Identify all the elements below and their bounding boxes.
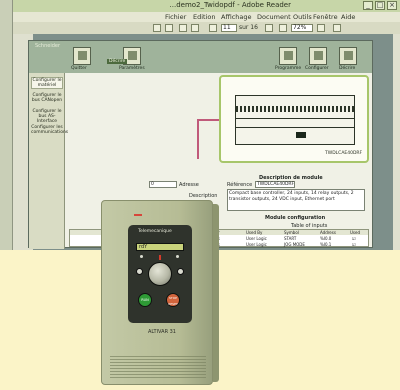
description-label: Description <box>189 193 218 199</box>
description-field[interactable]: Compact base controller, 24 inputs, 14 r… <box>227 189 365 211</box>
configure-icon <box>314 51 323 60</box>
settings-icon <box>128 51 137 60</box>
table-header-cell: Used By <box>246 230 263 235</box>
window-title: ...demo2_Twidopdf - Adobe Reader <box>169 1 291 9</box>
menu-help[interactable]: Aide <box>341 13 355 21</box>
title-bar: ...demo2_Twidopdf - Adobe Reader _ □ × <box>13 0 400 12</box>
address-field[interactable]: 0 <box>149 181 177 188</box>
reference-field[interactable]: TWDLCAE40DRF <box>255 181 295 188</box>
device-preview: TWDLCAE40DRF <box>219 75 369 163</box>
describe-icon <box>344 51 353 60</box>
plc-terminal-row <box>236 106 354 112</box>
maximize-button[interactable]: □ <box>375 1 385 10</box>
menu-file[interactable]: Fichier <box>165 13 186 21</box>
esc-button[interactable] <box>136 268 143 275</box>
variable-speed-drive-image: Telemecanique rdY RUN STOP RESET ALTIVAR… <box>101 200 219 385</box>
zoom-out-icon[interactable] <box>279 24 287 32</box>
tab-quit-label: Quitter <box>71 66 87 71</box>
table-cell: User Logic <box>246 242 267 247</box>
drive-keypad-panel: Telemecanique rdY RUN STOP RESET <box>128 225 192 323</box>
drive-vent-grille <box>110 356 206 378</box>
reference-label: Référence <box>227 182 253 188</box>
quit-icon <box>78 51 87 60</box>
tab-program[interactable] <box>279 47 297 65</box>
ethernet-port-icon <box>296 132 306 138</box>
window-controls: _ □ × <box>363 1 397 10</box>
indicator-dot-icon <box>176 255 179 258</box>
app-logo: Schneider <box>35 43 61 49</box>
table-cell[interactable]: ☑ <box>352 236 356 241</box>
hand-tool-icon[interactable] <box>179 24 187 32</box>
indicator-marker-icon <box>159 255 161 260</box>
config-section-title: Module configuration <box>265 215 326 221</box>
navigation-dial[interactable] <box>148 262 172 286</box>
tab-configure[interactable] <box>309 47 327 65</box>
page-total-label: sur 16 <box>239 24 258 31</box>
plc-module-image <box>235 95 355 145</box>
search-icon[interactable] <box>333 24 341 32</box>
nav-item-canopen[interactable]: Configurer le bus CANopen <box>31 93 63 103</box>
nav-item-communications[interactable]: Configurer les communications <box>31 125 68 135</box>
app-header: Schneider Quitter Paramètres Décrire Pro… <box>29 41 372 73</box>
save-icon[interactable] <box>153 24 161 32</box>
connection-wire <box>197 119 219 159</box>
drive-brand-label: Telemecanique <box>138 229 172 234</box>
plc-io-row <box>236 118 354 128</box>
table-cell: %I0.1 <box>320 242 332 247</box>
drive-body: Telemecanique rdY RUN STOP RESET ALTIVAR… <box>101 200 213 385</box>
drive-model-label: ALTIVAR 31 <box>148 329 176 335</box>
toolbar: 11 sur 16 72% <box>13 22 400 34</box>
enter-button[interactable] <box>177 268 184 275</box>
tab-program-label: Programme <box>275 66 302 71</box>
table-cell[interactable]: ☑ <box>352 242 356 247</box>
table-header-cell: Symbol <box>284 230 299 235</box>
minimize-button[interactable]: _ <box>363 1 373 10</box>
next-page-icon[interactable] <box>265 24 273 32</box>
preview-label: TWDLCAE40DRF <box>325 151 363 156</box>
app-nav-panel: Configurer le matériel Configurer le bus… <box>29 73 68 249</box>
active-tab-tag: Décrire <box>107 59 128 64</box>
table-cell: %I0.0 <box>320 236 332 241</box>
nav-item-hardware[interactable]: Configurer le matériel <box>31 77 63 89</box>
status-led <box>134 214 142 216</box>
program-icon <box>284 51 293 60</box>
previous-page-icon[interactable] <box>209 24 217 32</box>
menu-document[interactable]: Document <box>257 13 291 21</box>
menu-bar: Aide Fenêtre Outils Document Affichage E… <box>13 12 400 22</box>
tab-quit[interactable] <box>73 47 91 65</box>
table-cell: START <box>284 236 297 241</box>
nav-item-asinterface[interactable]: Configurer le bus AS-Interface <box>31 109 63 124</box>
zoom-in-icon[interactable] <box>317 24 325 32</box>
tab-describe-label: Décrire <box>339 66 356 71</box>
tab-describe[interactable] <box>339 47 357 65</box>
tab-configure-label: Configurer <box>305 66 329 71</box>
table-header-cell: Used <box>350 230 361 235</box>
menu-tools[interactable]: Outils <box>293 13 312 21</box>
drive-display-text: rdY <box>139 244 148 250</box>
tab-settings-label: Paramètres <box>119 66 145 71</box>
table-cell: User Logic <box>246 236 267 241</box>
run-button[interactable]: RUN <box>138 293 152 307</box>
zoom-field[interactable]: 72% <box>291 24 313 32</box>
menu-edit[interactable]: Edition <box>193 13 216 21</box>
menu-view[interactable]: Affichage <box>221 13 252 21</box>
menu-window[interactable]: Fenêtre <box>313 13 338 21</box>
stop-reset-button[interactable]: STOP RESET <box>166 293 180 307</box>
address-label: Adresse <box>179 182 199 188</box>
indicator-dot-icon <box>140 255 143 258</box>
print-icon[interactable] <box>165 24 173 32</box>
select-tool-icon[interactable] <box>191 24 199 32</box>
table-header-cell: Address <box>320 230 336 235</box>
drive-side-panel <box>213 204 219 382</box>
drive-display: rdY <box>136 243 184 251</box>
page-number-field[interactable]: 11 <box>221 24 237 32</box>
close-button[interactable]: × <box>387 1 397 10</box>
table-cell: JOG MODE <box>284 242 305 247</box>
